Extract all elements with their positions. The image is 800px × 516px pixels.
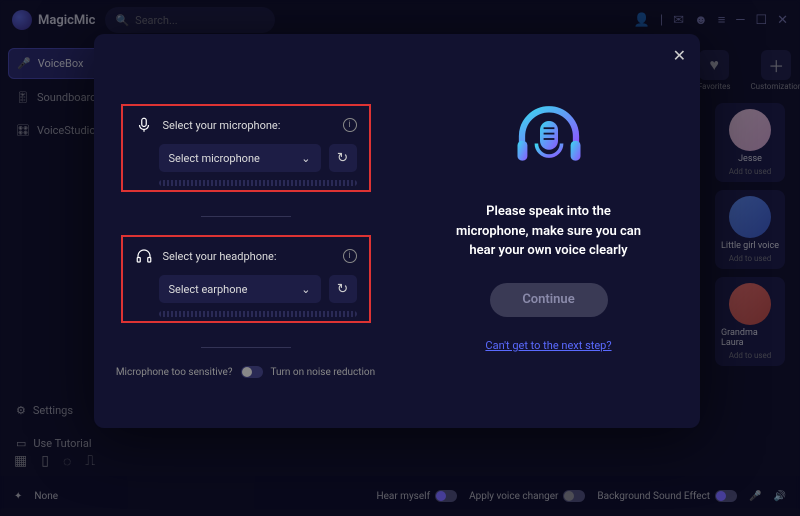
mic-icon[interactable]: 🎤 bbox=[749, 491, 761, 502]
headphone-icon bbox=[135, 247, 153, 265]
mail-icon[interactable]: ✉ bbox=[673, 13, 684, 28]
gear-icon: ⚙ bbox=[16, 404, 26, 417]
refresh-mic-button[interactable]: ↻ bbox=[329, 144, 357, 172]
sidebar-item-label: VoiceStudio bbox=[37, 124, 96, 137]
mic-icon: 🎤 bbox=[17, 57, 31, 70]
noise-switch[interactable] bbox=[241, 366, 263, 378]
favorites-label: Favorites bbox=[698, 82, 731, 91]
mic-headset-illustration bbox=[504, 94, 594, 184]
mic-level-meter bbox=[159, 180, 357, 186]
bg-sound-toggle[interactable]: Background Sound Effect bbox=[597, 490, 737, 502]
voice-add: Add to used bbox=[729, 254, 772, 263]
chevron-down-icon: ⌄ bbox=[301, 283, 310, 296]
instruction-text: Please speak into the microphone, make s… bbox=[449, 202, 649, 261]
setup-modal: ✕ Select your microphone: i Select micro… bbox=[94, 34, 700, 428]
headphone-section: Select your headphone: i Select earphone… bbox=[121, 235, 371, 323]
divider: | bbox=[660, 13, 663, 28]
toggle-label: Hear myself bbox=[376, 491, 430, 502]
voice-name: Little girl voice bbox=[721, 241, 779, 251]
switch-icon bbox=[715, 490, 737, 502]
voice-add: Add to used bbox=[729, 167, 772, 176]
switch-icon bbox=[563, 490, 585, 502]
sidebar-item-soundboard[interactable]: 🎚 Soundboard bbox=[8, 83, 102, 112]
search-input[interactable]: 🔍 Search... bbox=[105, 7, 275, 33]
avatar bbox=[729, 196, 771, 238]
sidebar-item-label: Settings bbox=[33, 404, 73, 417]
preset-name: None bbox=[34, 491, 58, 502]
toggle-label: Apply voice changer bbox=[469, 491, 558, 502]
sidebar-item-label: Use Tutorial bbox=[33, 437, 91, 450]
info-icon[interactable]: i bbox=[343, 118, 357, 132]
chevron-down-icon: ⌄ bbox=[301, 152, 310, 165]
select-value: Select microphone bbox=[169, 152, 260, 165]
divider bbox=[201, 216, 291, 217]
refresh-hp-button[interactable]: ↻ bbox=[329, 275, 357, 303]
tutorial-icon: ▭ bbox=[16, 437, 26, 450]
customization-button[interactable]: ＋ bbox=[761, 50, 791, 80]
mic-small-icon[interactable]: ⎍ bbox=[85, 453, 95, 470]
menu-icon[interactable]: ≡ bbox=[718, 12, 726, 28]
speaker-icon[interactable]: 🔊 bbox=[774, 491, 786, 502]
voice-add: Add to used bbox=[729, 351, 772, 360]
microphone-section: Select your microphone: i Select microph… bbox=[121, 104, 371, 192]
sidebar-item-settings[interactable]: ⚙ Settings bbox=[8, 396, 102, 425]
voice-card[interactable]: Jesse Add to used bbox=[715, 103, 785, 182]
help-link[interactable]: Can't get to the next step? bbox=[485, 339, 611, 352]
toggle-label: Background Sound Effect bbox=[597, 491, 710, 502]
voice-name: Grandma Laura bbox=[721, 328, 779, 348]
hear-myself-toggle[interactable]: Hear myself bbox=[376, 490, 457, 502]
modal-left: Select your microphone: i Select microph… bbox=[94, 34, 397, 428]
mic-label: Select your microphone: bbox=[163, 119, 281, 132]
divider bbox=[201, 347, 291, 348]
right-rail: ♥ Favorites ＋ Customization Jesse Add to… bbox=[710, 50, 790, 460]
voice-card[interactable]: Grandma Laura Add to used bbox=[715, 277, 785, 366]
avatar bbox=[729, 109, 771, 151]
phone-icon[interactable]: ▯ bbox=[41, 453, 49, 470]
chat-icon[interactable]: ◌ bbox=[63, 453, 71, 470]
lower-icon-row: ▦ ▯ ◌ ⎍ bbox=[14, 453, 95, 470]
noise-toggle-label: Turn on noise reduction bbox=[271, 367, 376, 378]
bottom-bar: ✦ None Hear myself Apply voice changer B… bbox=[0, 476, 800, 516]
voice-card[interactable]: Little girl voice Add to used bbox=[715, 190, 785, 269]
microphone-select[interactable]: Select microphone ⌄ bbox=[159, 144, 321, 172]
voicestudio-icon: 🎛 bbox=[16, 124, 30, 137]
info-icon[interactable]: i bbox=[343, 249, 357, 263]
minimize-icon[interactable]: — bbox=[735, 13, 745, 28]
hp-level-meter bbox=[159, 311, 357, 317]
logo-icon bbox=[12, 10, 32, 30]
continue-button[interactable]: Continue bbox=[490, 283, 608, 317]
sidebar-item-voicebox[interactable]: 🎤 VoiceBox bbox=[8, 48, 102, 79]
soundboard-icon: 🎚 bbox=[16, 91, 30, 104]
sidebar-item-voicestudio[interactable]: 🎛 VoiceStudio bbox=[8, 116, 102, 145]
top-right-icons: 👤 | ✉ ☻ ≡ — ☐ ✕ bbox=[634, 12, 788, 28]
customization-label: Customization bbox=[750, 82, 800, 91]
calendar-icon[interactable]: ▦ bbox=[14, 453, 27, 470]
sidebar-item-label: Soundboard bbox=[37, 91, 96, 104]
app-name: MagicMic bbox=[38, 13, 95, 28]
mic-icon bbox=[135, 116, 153, 134]
app-logo: MagicMic bbox=[12, 10, 95, 30]
voice-name: Jesse bbox=[738, 154, 762, 164]
headphone-label: Select your headphone: bbox=[163, 250, 277, 263]
close-button[interactable]: ✕ bbox=[673, 46, 686, 65]
modal-right: Please speak into the microphone, make s… bbox=[397, 34, 700, 428]
select-value: Select earphone bbox=[169, 283, 248, 296]
star-icon[interactable]: ✦ bbox=[14, 491, 22, 502]
search-placeholder: Search... bbox=[135, 14, 178, 27]
apply-changer-toggle[interactable]: Apply voice changer bbox=[469, 490, 585, 502]
sidebar-item-label: VoiceBox bbox=[38, 57, 84, 70]
noise-question: Microphone too sensitive? bbox=[116, 367, 233, 378]
avatar bbox=[729, 283, 771, 325]
noise-reduction-row: Microphone too sensitive? Turn on noise … bbox=[116, 366, 375, 378]
search-icon: 🔍 bbox=[115, 14, 129, 27]
switch-icon bbox=[435, 490, 457, 502]
headphone-select[interactable]: Select earphone ⌄ bbox=[159, 275, 321, 303]
close-window-icon[interactable]: ✕ bbox=[777, 13, 788, 28]
discord-icon[interactable]: ☻ bbox=[694, 12, 708, 28]
favorites-button[interactable]: ♥ bbox=[699, 50, 729, 80]
user-icon[interactable]: 👤 bbox=[634, 13, 650, 28]
maximize-icon[interactable]: ☐ bbox=[755, 13, 767, 28]
